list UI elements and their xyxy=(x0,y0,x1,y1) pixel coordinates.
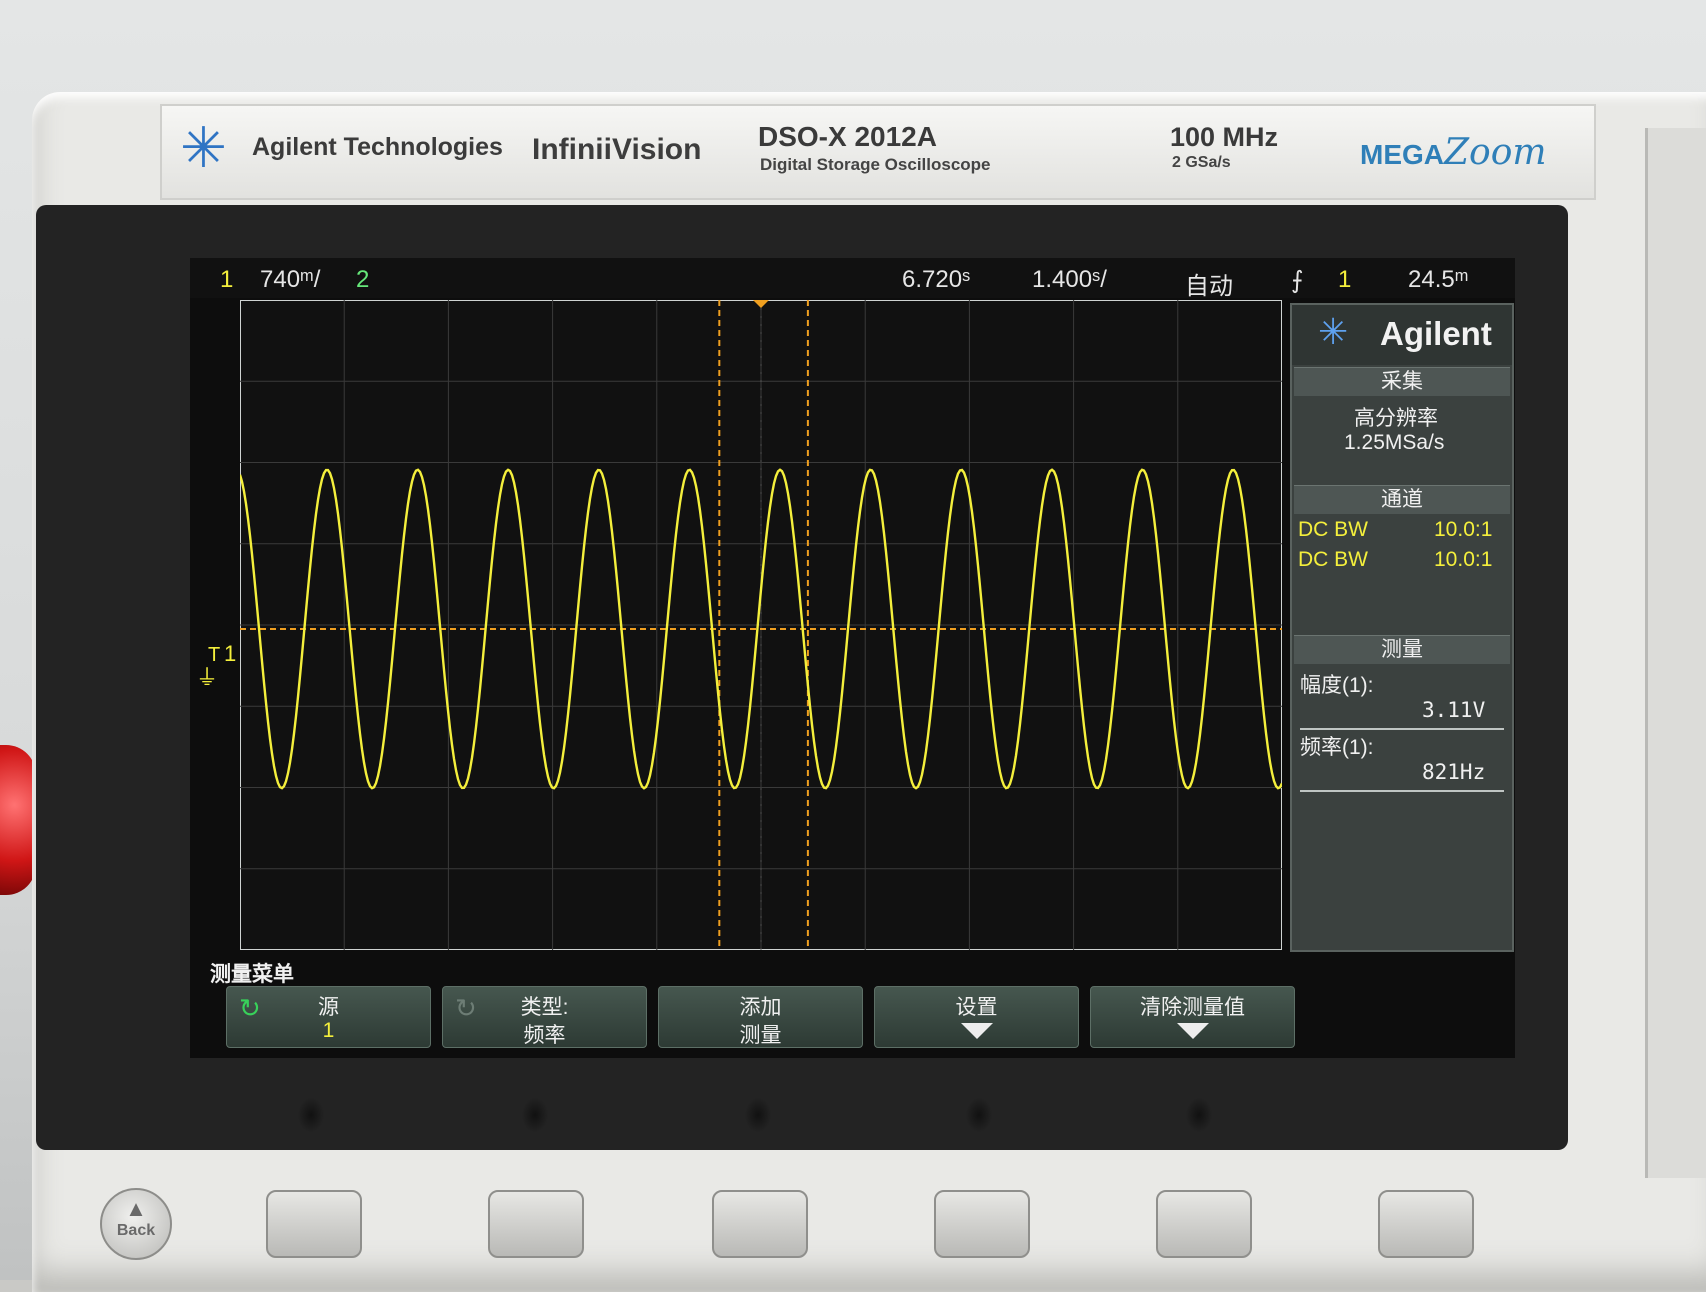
back-button[interactable]: ▲ Back xyxy=(100,1188,172,1260)
up-arrow-icon: ▲ xyxy=(125,1196,147,1221)
ch1-number[interactable]: 1 xyxy=(220,266,233,294)
trigger-position-marker xyxy=(753,300,769,308)
measure-amplitude-label: 幅度(1): xyxy=(1300,674,1374,697)
softkey-menu-title: 测量菜单 xyxy=(210,963,294,986)
status-bar: 1 740ᵐ/ 2 6.720ˢ 1.400ˢ/ 自动 ⨍ 1 24.5ᵐ xyxy=(190,258,1515,301)
softkey-add-measurement[interactable]: 添加 测量 xyxy=(658,986,863,1048)
softkey-hw-button-2[interactable] xyxy=(488,1190,584,1258)
softkey-hw-button-5[interactable] xyxy=(1156,1190,1252,1258)
agilent-spark-icon: ✳ xyxy=(180,116,227,179)
time-delay[interactable]: 6.720ˢ xyxy=(902,266,970,294)
softkey-hw-button-1[interactable] xyxy=(266,1190,362,1258)
softkey-add-line2: 测量 xyxy=(739,1024,782,1047)
softkey-source-label: 源 xyxy=(318,996,339,1019)
softkey-type-value: 频率 xyxy=(523,1024,566,1047)
softkey-clear-label: 清除测量值 xyxy=(1140,996,1245,1019)
megazoom-b: Zoom xyxy=(1444,132,1547,173)
model-subtitle: Digital Storage Oscilloscope xyxy=(760,155,991,174)
softkey-settings-label: 设置 xyxy=(955,996,998,1019)
trigger-slope-icon: ⨍ xyxy=(1291,267,1304,294)
megazoom-logo: MEGAZoom xyxy=(1360,132,1547,173)
bandwidth-label: 100 MHz xyxy=(1170,122,1279,152)
measure-frequency-label: 频率(1): xyxy=(1300,736,1374,759)
softkey-hw-indicator xyxy=(966,1098,992,1132)
side-panel-logo: Agilent xyxy=(1380,315,1492,352)
acquisition-mode: 高分辨率 xyxy=(1354,407,1438,430)
brand-name: Agilent Technologies xyxy=(252,133,503,161)
ch1-coupling: DC BW xyxy=(1298,518,1368,541)
ch1-probe: 10.0:1 xyxy=(1434,518,1493,541)
red-knob xyxy=(0,745,36,895)
megazoom-a: MEGA xyxy=(1360,139,1444,170)
oscilloscope-screen: 1 740ᵐ/ 2 6.720ˢ 1.400ˢ/ 自动 ⨍ 1 24.5ᵐ T … xyxy=(190,258,1515,1058)
ch2-number[interactable]: 2 xyxy=(356,266,369,294)
waveform-display[interactable] xyxy=(240,300,1282,950)
softkey-type[interactable]: ↻ 类型: 频率 xyxy=(442,986,647,1048)
softkey-hw-button-3[interactable] xyxy=(712,1190,808,1258)
submenu-arrow-icon xyxy=(961,1023,993,1039)
channel-section-title: 通道 xyxy=(1294,485,1510,514)
trigger-source[interactable]: 1 xyxy=(1338,266,1351,294)
acquisition-section-title: 采集 xyxy=(1294,367,1510,396)
series-name: InfiniiVision xyxy=(532,133,702,166)
back-button-label: Back xyxy=(116,1222,156,1239)
trigger-mode[interactable]: 自动 xyxy=(1185,266,1233,301)
softkey-hw-button-4[interactable] xyxy=(934,1190,1030,1258)
measure-divider xyxy=(1300,728,1504,730)
softkey-hw-indicator xyxy=(1186,1098,1212,1132)
acquisition-rate: 1.25MSa/s xyxy=(1344,431,1445,454)
measure-divider xyxy=(1300,790,1504,792)
time-scale[interactable]: 1.400ˢ/ xyxy=(1032,266,1107,294)
softkey-hw-indicator xyxy=(298,1098,324,1132)
model-name: DSO-X 2012A xyxy=(758,121,937,152)
trigger-level[interactable]: 24.5ᵐ xyxy=(1408,266,1468,294)
submenu-arrow-icon xyxy=(1177,1023,1209,1039)
ch1-ground-marker[interactable]: 1 xyxy=(224,641,236,667)
ground-icon: ⏚ xyxy=(196,665,219,690)
waveform-svg xyxy=(240,300,1282,950)
measure-section-title: 测量 xyxy=(1294,635,1510,664)
ch2-probe: 10.0:1 xyxy=(1434,548,1493,571)
softkey-source-value: 1 xyxy=(322,1019,335,1042)
softkey-hw-indicator xyxy=(745,1098,771,1132)
softkey-hw-indicator xyxy=(522,1098,548,1132)
side-panel-header: ✳ Agilent xyxy=(1292,305,1512,365)
measure-amplitude-value: 3.11V xyxy=(1422,698,1486,722)
measure-frequency-value: 821Hz xyxy=(1422,760,1486,784)
info-side-panel: ✳ Agilent 采集 高分辨率 1.25MSa/s 通道 DC BW 10.… xyxy=(1290,303,1514,952)
softkey-settings[interactable]: 设置 xyxy=(874,986,1079,1048)
ch2-coupling: DC BW xyxy=(1298,548,1368,571)
softkey-add-line1: 添加 xyxy=(739,996,782,1019)
ch1-scale[interactable]: 740ᵐ/ xyxy=(260,266,320,294)
softkey-source[interactable]: ↻ 源 1 xyxy=(226,986,431,1048)
softkey-clear-measurements[interactable]: 清除测量值 xyxy=(1090,986,1295,1048)
agilent-spark-icon: ✳ xyxy=(1318,311,1349,352)
side-control-panel xyxy=(1645,128,1706,1178)
sample-rate-label: 2 GSa/s xyxy=(1172,154,1231,171)
softkey-type-label: 类型: xyxy=(520,996,569,1019)
softkey-hw-button-6[interactable] xyxy=(1378,1190,1474,1258)
